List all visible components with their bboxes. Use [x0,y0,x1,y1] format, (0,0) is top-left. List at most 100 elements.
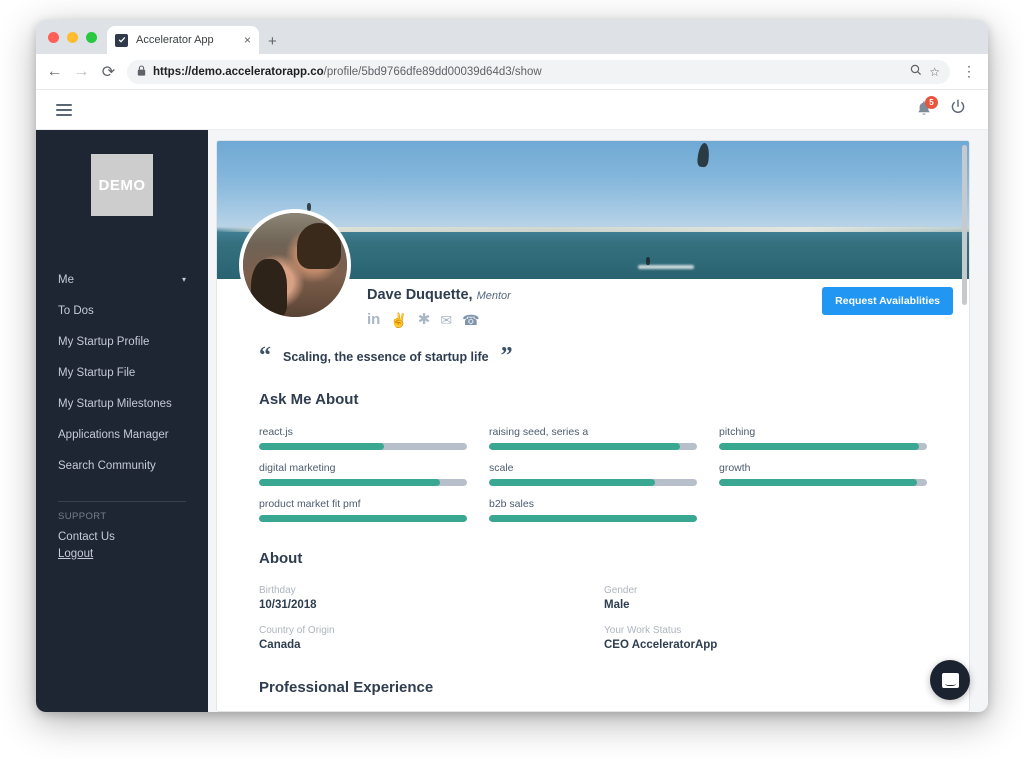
forward-icon[interactable]: → [73,63,90,80]
back-icon[interactable]: ← [46,63,63,80]
content-scrollbar[interactable] [962,145,967,305]
skill-progress-fill [719,479,917,486]
chevron-down-icon: ▾ [181,275,186,284]
sidebar-divider [58,501,186,502]
skill-item: b2b sales [489,498,697,522]
browser-menu-icon[interactable]: ⋮ [960,63,978,80]
web-app: 5 DEMO Me ▾ To Dos My Startup Profile My… [36,90,988,712]
sidebar-item-my-startup-profile[interactable]: My Startup Profile [36,326,208,357]
sidebar-item-my-startup-milestones[interactable]: My Startup Milestones [36,388,208,419]
topbar-actions: 5 [916,95,966,120]
about-field-label: Birthday [259,585,296,596]
skill-progress-track [719,479,927,486]
about-field-work-status: Your Work Status CEO AcceleratorApp [604,625,927,651]
reload-icon[interactable]: ⟳ [100,63,117,81]
skill-item: product market fit pmf [259,498,467,522]
notifications-bell-icon[interactable]: 5 [916,95,938,119]
sidebar-item-search-community[interactable]: Search Community [36,450,208,481]
app-topbar: 5 [36,90,988,130]
social-links-row: in ✌ ✱ ✉ ☎ [367,312,511,327]
sidebar-item-applications-manager[interactable]: Applications Manager [36,419,208,450]
linkedin-icon[interactable]: in [367,312,380,327]
browser-tab[interactable]: Accelerator App × [107,26,259,54]
skill-progress-fill [489,479,656,486]
request-availabilities-button[interactable]: Request Availablities [822,287,953,315]
bookmark-star-icon[interactable]: ☆ [929,65,940,79]
skill-item: growth [719,462,927,486]
close-window-button[interactable] [48,31,59,43]
about-field-gender: Gender Male [604,585,927,611]
sidebar: DEMO Me ▾ To Dos My Startup Profile My S… [36,130,208,712]
app-body: DEMO Me ▾ To Dos My Startup Profile My S… [36,130,988,712]
kite-icon [697,142,711,168]
sidebar-item-label: My Startup File [58,366,136,379]
kite-surfer [645,257,650,265]
address-bar[interactable]: https://demo.acceleratorapp.co/profile/5… [127,59,950,84]
url-text: https://demo.acceleratorapp.co/profile/5… [153,66,903,78]
email-icon[interactable]: ✉ [440,313,452,327]
quote-close-icon: ” [500,343,513,369]
angellist-icon[interactable]: ✌ [390,313,407,327]
minimize-window-button[interactable] [67,31,78,43]
skill-progress-fill [489,515,697,522]
sidebar-support-heading: SUPPORT [58,511,107,522]
skill-progress-track [259,443,467,450]
sidebar-nav: Me ▾ To Dos My Startup Profile My Startu… [36,264,208,481]
url-host: https://demo.acceleratorapp.co [153,65,324,78]
intercom-chat-launcher[interactable] [930,660,970,700]
browser-tab-title: Accelerator App [136,34,214,46]
power-logout-icon[interactable] [950,99,966,120]
quote-open-icon: “ [259,343,271,369]
sidebar-item-label: Contact Us [58,530,115,543]
skill-progress-fill [259,443,384,450]
profile-identity: Dave Duquette, Mentor in ✌ ✱ ✉ ☎ [367,287,511,327]
avatar [239,209,351,321]
about-section: About Birthday 10/31/2018 Gender Male Co… [259,550,927,651]
skill-progress-track [489,479,697,486]
notification-count-badge: 5 [925,95,938,109]
profile-quote: “ Scaling, the essence of startup life ” [259,343,513,369]
linkedin-glyph: in [367,311,381,328]
crunchbase-icon[interactable]: ✱ [418,312,431,327]
skill-progress-track [259,515,467,522]
angellist-glyph: ✌ [390,311,408,328]
skill-item: digital marketing [259,462,467,486]
new-tab-button[interactable]: + [268,34,277,49]
skill-progress-track [489,443,697,450]
sidebar-item-my-startup-file[interactable]: My Startup File [36,357,208,388]
about-grid: Birthday 10/31/2018 Gender Male Country … [259,585,927,651]
sidebar-item-to-dos[interactable]: To Dos [36,295,208,326]
skill-label: pitching [719,426,756,438]
phone-icon[interactable]: ☎ [462,313,479,327]
chat-bubble-icon [941,672,959,688]
sidebar-item-label: My Startup Milestones [58,397,172,410]
about-field-value: CEO AcceleratorApp [604,639,718,651]
about-field-label: Your Work Status [604,625,682,636]
hamburger-menu-icon[interactable] [56,103,72,116]
profile-role-text: Mentor [476,290,511,302]
sidebar-item-me[interactable]: Me ▾ [36,264,208,295]
about-field-label: Gender [604,585,638,596]
sidebar-item-label: Me [58,273,74,286]
sidebar-item-logout[interactable]: Logout [36,545,208,562]
maximize-window-button[interactable] [86,31,97,43]
sidebar-item-label: My Startup Profile [58,335,150,348]
ask-me-about-section: Ask Me About react.js raising seed, seri… [259,391,927,522]
sidebar-item-contact-us[interactable]: Contact Us [36,528,208,545]
browser-tab-strip: Accelerator App × + [36,20,988,54]
sidebar-item-label: To Dos [58,304,94,317]
search-icon[interactable] [910,64,922,79]
skills-grid: react.js raising seed, series a pitching [259,426,927,522]
skill-label: b2b sales [489,498,534,510]
avatar-detail [297,223,341,270]
ask-me-about-title: Ask Me About [259,391,359,408]
close-tab-icon[interactable]: × [244,34,251,46]
skill-progress-track [719,443,927,450]
skill-progress-fill [489,443,681,450]
skill-item: pitching [719,426,927,450]
url-path: /profile/5bd9766dfe89dd00039d64d3/show [323,65,542,78]
about-field-birthday: Birthday 10/31/2018 [259,585,582,611]
favicon-icon [115,33,128,47]
sidebar-item-label: Applications Manager [58,428,169,441]
window-traffic-lights [46,20,107,54]
